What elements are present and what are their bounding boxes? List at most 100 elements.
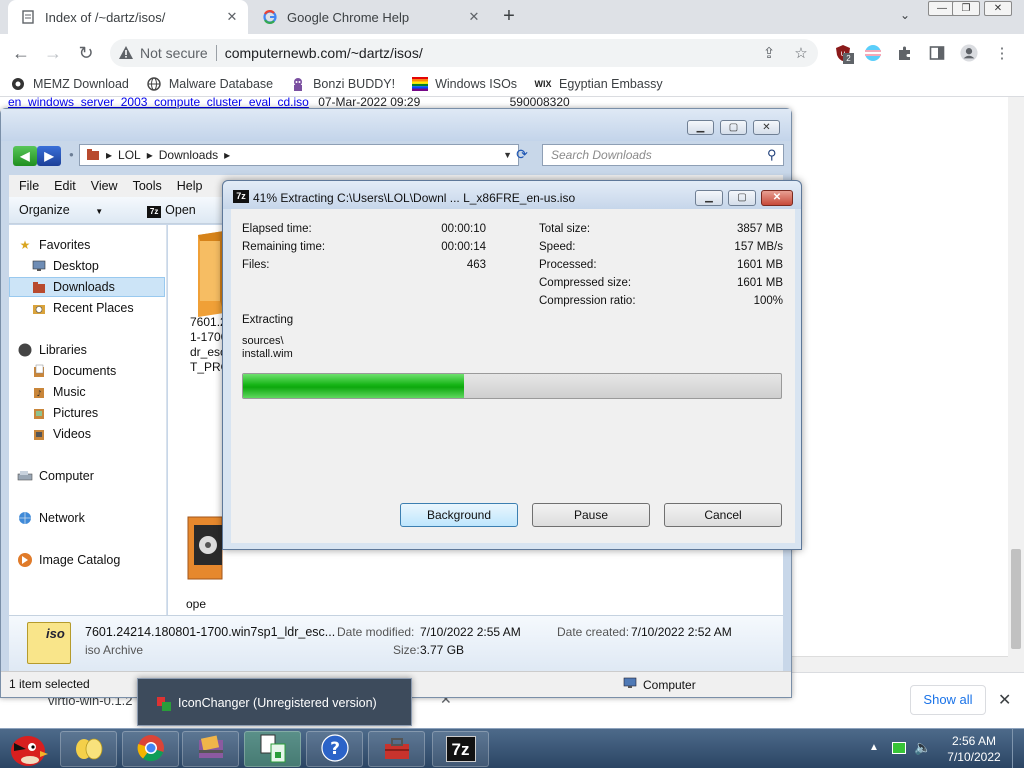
- volume-icon[interactable]: 🔈: [914, 739, 931, 756]
- nav-desktop[interactable]: Desktop: [31, 256, 187, 276]
- puzzle-extensions-icon[interactable]: [896, 44, 914, 62]
- close-button[interactable]: ✕: [753, 120, 780, 135]
- nav-computer[interactable]: Computer: [17, 466, 173, 486]
- tray-network-icon[interactable]: [892, 742, 906, 754]
- background-button[interactable]: Background: [400, 503, 518, 527]
- nav-label: Music: [53, 385, 86, 399]
- music-icon: ♪: [31, 384, 47, 400]
- breadcrumb-downloads[interactable]: Downloads: [159, 148, 218, 162]
- address-bar[interactable]: Not secure computernewb.com/~dartz/isos/: [110, 39, 818, 67]
- tab-google-chrome-help[interactable]: Google Chrome Help ✕: [250, 0, 490, 34]
- nav-music[interactable]: ♪ Music: [31, 382, 187, 402]
- bookmark-label: Malware Database: [168, 76, 274, 91]
- scrollbar-thumb[interactable]: [1011, 549, 1021, 649]
- show-desktop-button[interactable]: [1012, 729, 1024, 768]
- refresh-icon[interactable]: ⟳: [511, 146, 533, 166]
- bookmark-memz-download[interactable]: MEMZ Download: [10, 76, 129, 92]
- close-window-button[interactable]: ✕: [984, 1, 1012, 16]
- speed-value: 157 MB/s: [734, 241, 783, 253]
- maximize-button[interactable]: ▢: [720, 120, 747, 135]
- nav-network[interactable]: Network: [17, 508, 173, 528]
- system-clock[interactable]: 2:56 AM 7/10/2022: [940, 733, 1008, 765]
- nav-pictures[interactable]: Pictures: [31, 403, 187, 423]
- taskbar-explorer-button[interactable]: [60, 731, 117, 767]
- start-orb-angry-bird-icon[interactable]: [4, 729, 50, 768]
- dialog-titlebar[interactable]: 7z 41% Extracting C:\Users\LOL\Downl ...…: [223, 181, 801, 209]
- minimize-button[interactable]: ▁: [687, 120, 714, 135]
- forward-arrow-icon[interactable]: ▶: [37, 146, 61, 166]
- search-icon[interactable]: ⚲: [767, 147, 779, 163]
- back-arrow-icon[interactable]: ◀: [13, 146, 37, 166]
- new-tab-button[interactable]: +: [498, 6, 520, 28]
- menu-tools[interactable]: Tools: [133, 179, 162, 193]
- menu-edit[interactable]: Edit: [54, 179, 76, 193]
- horizontal-scrollbar[interactable]: [790, 656, 1008, 672]
- share-icon[interactable]: ⇪: [760, 44, 778, 62]
- ublock-extension-icon[interactable]: u 2: [834, 44, 854, 64]
- recent-pages-chevron-icon[interactable]: ●: [69, 150, 74, 159]
- back-arrow-icon[interactable]: ←: [8, 40, 34, 66]
- nav-videos[interactable]: Videos: [31, 424, 187, 444]
- size-label: Size:: [393, 643, 420, 657]
- show-hidden-icons-icon[interactable]: ▲: [869, 742, 879, 753]
- nav-libraries[interactable]: Libraries: [17, 340, 173, 360]
- restore-button[interactable]: ❐: [952, 1, 980, 16]
- show-all-button[interactable]: Show all: [910, 685, 986, 715]
- menu-view[interactable]: View: [91, 179, 118, 193]
- url-text[interactable]: computernewb.com/~dartz/isos/: [225, 45, 423, 61]
- close-download-bar-icon[interactable]: ✕: [998, 690, 1011, 710]
- organize-button[interactable]: Organize ▼: [19, 203, 125, 217]
- tab-index-of-isos[interactable]: Index of /~dartz/isos/ ✕: [8, 0, 248, 34]
- bookmark-egyptian-embassy[interactable]: WIX Egyptian Embassy: [534, 76, 663, 92]
- iso-link[interactable]: en_windows_server_2003_compute_cluster_e…: [8, 95, 309, 109]
- files-label: Files:: [242, 259, 270, 271]
- taskbar-help-button[interactable]: ?: [306, 731, 363, 767]
- file-size: 590008320: [509, 95, 570, 109]
- maximize-button[interactable]: ▢: [728, 190, 756, 206]
- taskbar-thumbnail-popup[interactable]: IconChanger (Unregistered version): [137, 678, 412, 726]
- forward-arrow-icon[interactable]: →: [40, 40, 66, 66]
- warning-icon[interactable]: [118, 45, 134, 61]
- file-item-ope[interactable]: ope: [186, 515, 226, 612]
- nav-favorites[interactable]: ★ Favorites: [17, 235, 173, 255]
- browser-toolbar: ← → ↻ Not secure computernewb.com/~dartz…: [0, 34, 1024, 71]
- kebab-menu-icon[interactable]: ⋮: [993, 44, 1011, 62]
- taskbar-winrar-button[interactable]: [182, 731, 239, 767]
- taskbar-chrome-button[interactable]: [122, 731, 179, 767]
- menu-help[interactable]: Help: [177, 179, 203, 193]
- nav-recent-places[interactable]: Recent Places: [31, 298, 187, 318]
- taskbar: ? 7z ▲ 🔈 2:56 AM 7/10/2022: [0, 728, 1024, 768]
- total-size-value: 3857 MB: [736, 223, 783, 235]
- side-panel-icon[interactable]: [928, 44, 946, 62]
- explorer-titlebar[interactable]: [1, 109, 791, 141]
- menu-file[interactable]: File: [19, 179, 39, 193]
- reload-icon[interactable]: ↻: [73, 40, 99, 66]
- nav-image-catalog[interactable]: Image Catalog: [17, 550, 173, 570]
- bookmark-malware-database[interactable]: Malware Database: [146, 76, 273, 92]
- pause-button[interactable]: Pause: [532, 503, 650, 527]
- processed-value: 1601 MB: [736, 259, 783, 271]
- nav-documents[interactable]: Documents: [31, 361, 187, 381]
- star-icon[interactable]: ☆: [792, 44, 810, 62]
- cancel-button[interactable]: Cancel: [664, 503, 782, 527]
- explorer-address-bar[interactable]: ▸ LOL ▸ Downloads ▸ ▼: [79, 144, 519, 166]
- bookmark-bonzi-buddy[interactable]: Bonzi BUDDY!: [290, 76, 395, 92]
- search-input[interactable]: Search Downloads: [542, 144, 784, 166]
- taskbar-7zip-button[interactable]: 7z: [432, 731, 489, 767]
- date-created-label: Date created:: [557, 625, 630, 639]
- nav-downloads[interactable]: Downloads: [9, 277, 165, 297]
- taskbar-iconchanger-button[interactable]: [244, 731, 301, 767]
- minimize-button[interactable]: ▁: [695, 190, 723, 206]
- chevron-down-icon[interactable]: ⌄: [896, 8, 914, 26]
- breadcrumb-lol[interactable]: LOL: [118, 148, 141, 162]
- vertical-scrollbar[interactable]: [1008, 97, 1024, 672]
- close-tab-icon[interactable]: ✕: [224, 9, 240, 25]
- flag-extension-icon[interactable]: [864, 44, 882, 62]
- close-button[interactable]: ✕: [761, 190, 793, 206]
- help-icon: ?: [320, 733, 349, 765]
- memz-icon: [10, 76, 26, 92]
- taskbar-toolbox-button[interactable]: [368, 731, 425, 767]
- bookmark-windows-isos[interactable]: Windows ISOs: [412, 76, 517, 92]
- profile-avatar-icon[interactable]: [960, 44, 978, 62]
- close-tab-icon[interactable]: ✕: [466, 9, 482, 25]
